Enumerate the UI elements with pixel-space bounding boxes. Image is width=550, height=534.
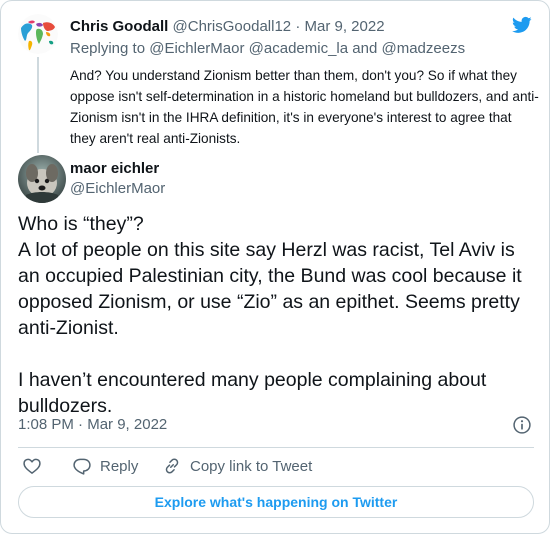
heart-icon xyxy=(23,458,41,474)
reply-mention-1[interactable]: @EichlerMaor xyxy=(149,40,244,57)
tweet-embed-card: Chris Goodall @ChrisGoodall12 · Mar 9, 2… xyxy=(0,0,550,534)
tweet-dot-separator: · xyxy=(78,416,84,433)
info-icon[interactable] xyxy=(512,415,532,435)
speech-bubble-icon xyxy=(73,458,91,475)
parent-author-name[interactable]: Chris Goodall xyxy=(70,18,168,35)
dog-photo-avatar-image xyxy=(18,155,66,203)
tweet-paragraph: I haven’t encountered many people compla… xyxy=(18,369,487,417)
link-icon xyxy=(165,458,179,474)
reply-mention-2[interactable]: @academic_la xyxy=(249,40,348,57)
twitter-bird-icon[interactable] xyxy=(511,15,533,35)
replying-to-label: Replying to xyxy=(70,40,146,57)
tweet-paragraph: Who is “they”? A lot of people on this s… xyxy=(18,213,522,339)
reply-and-label: and xyxy=(352,40,378,57)
tweet-time[interactable]: 1:08 PM xyxy=(18,416,74,433)
parent-dot-separator: · xyxy=(295,18,301,35)
explore-twitter-button[interactable]: Explore what's happening on Twitter xyxy=(18,486,534,518)
replying-to-line: Replying to @EichlerMaor @academic_la an… xyxy=(70,39,465,59)
author-name[interactable]: maor eichler xyxy=(70,159,159,179)
parent-author-handle[interactable]: @ChrisGoodall12 xyxy=(173,18,292,35)
author-avatar[interactable] xyxy=(18,155,66,203)
world-map-avatar-image xyxy=(18,14,58,54)
parent-author-avatar[interactable] xyxy=(18,14,58,54)
tweet-date[interactable]: Mar 9, 2022 xyxy=(87,416,167,433)
tweet-timestamp[interactable]: 1:08 PM · Mar 9, 2022 xyxy=(18,415,167,435)
parent-date[interactable]: Mar 9, 2022 xyxy=(304,18,384,35)
copy-link-button[interactable]: Copy link to Tweet xyxy=(162,456,312,476)
thread-connector-line xyxy=(37,57,39,153)
author-handle[interactable]: @EichlerMaor xyxy=(70,179,165,199)
divider xyxy=(18,447,534,448)
reply-label: Reply xyxy=(100,457,139,475)
parent-tweet-text: And? You understand Zionism better than … xyxy=(70,68,539,146)
parent-header: Chris Goodall @ChrisGoodall12 · Mar 9, 2… xyxy=(70,17,385,37)
tweet-text: Who is “they”? A lot of people on this s… xyxy=(18,211,538,419)
like-button[interactable] xyxy=(22,456,50,476)
reply-button[interactable]: Reply xyxy=(72,456,138,476)
reply-mention-3[interactable]: @madzeezs xyxy=(381,40,465,57)
copy-link-label: Copy link to Tweet xyxy=(190,457,313,475)
